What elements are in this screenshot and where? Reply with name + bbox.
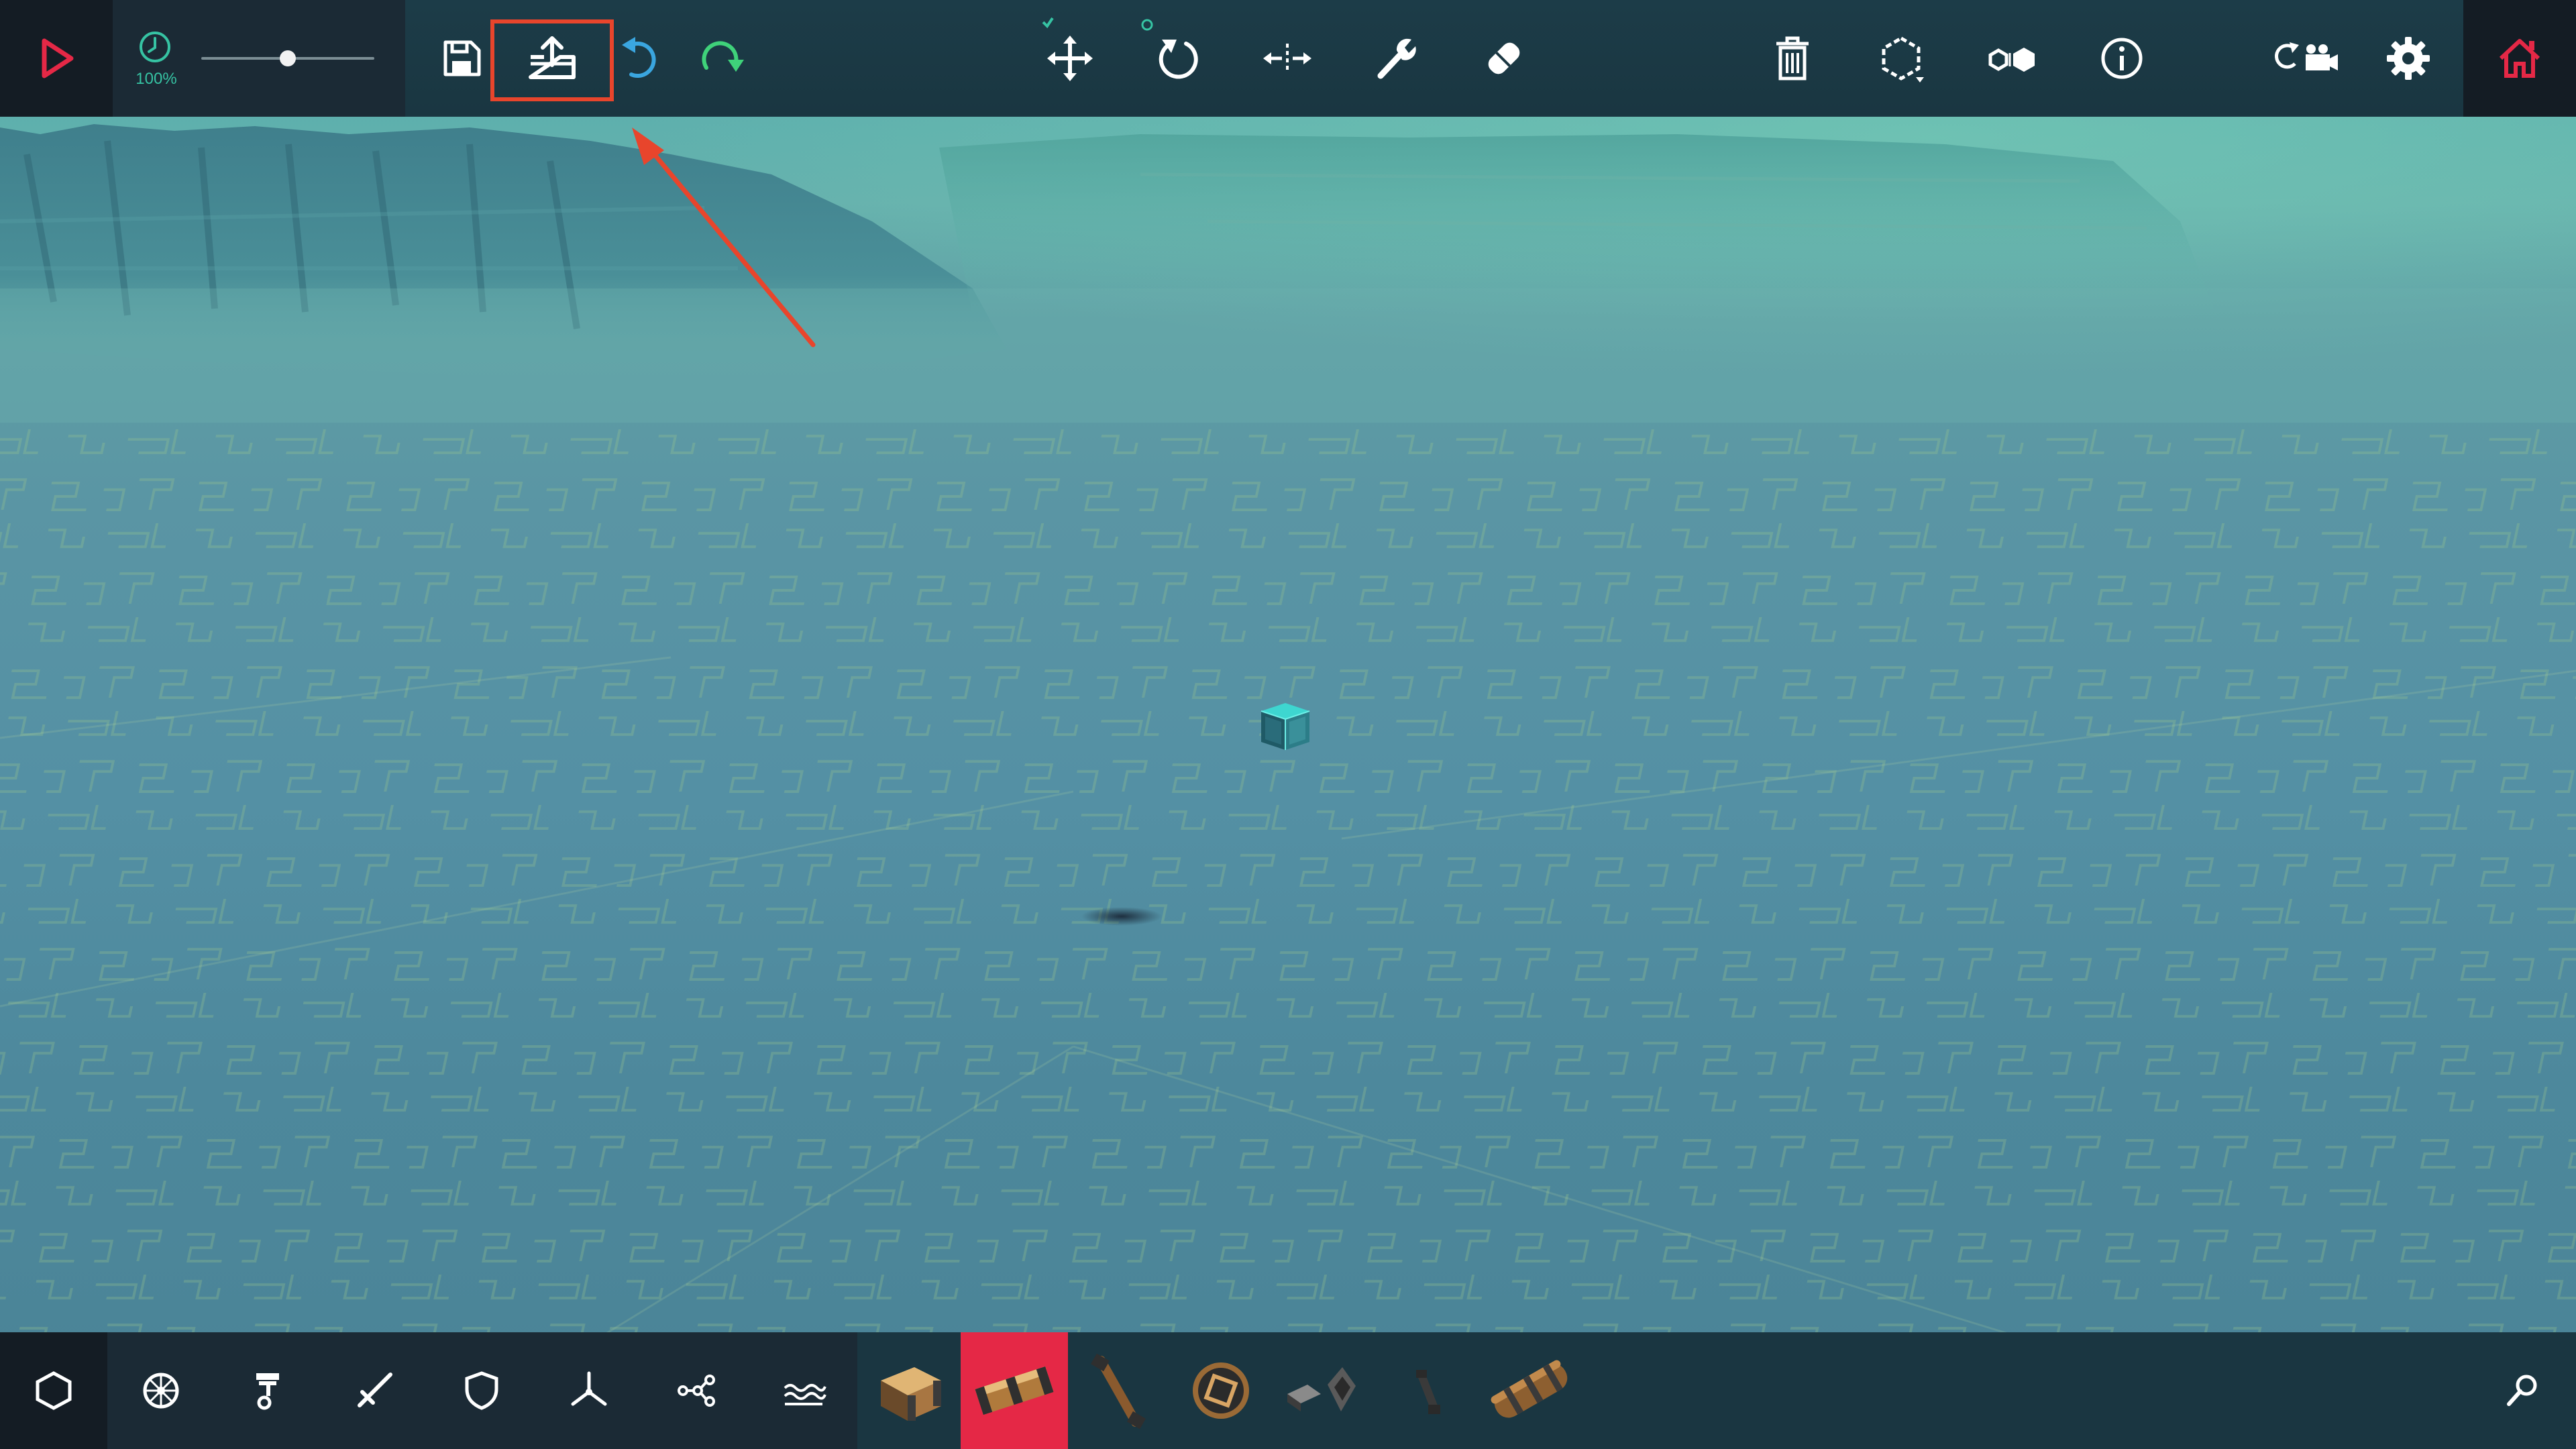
clock-icon xyxy=(140,32,170,62)
speed-slider[interactable] xyxy=(201,50,374,66)
search-button[interactable] xyxy=(2475,1344,2569,1438)
part-round-block[interactable] xyxy=(1167,1332,1275,1449)
category-weapons[interactable] xyxy=(327,1344,421,1438)
undo-icon xyxy=(622,37,656,78)
category-blocks[interactable] xyxy=(7,1344,101,1438)
move-arrows-icon xyxy=(1042,17,1093,81)
search-icon xyxy=(2507,1375,2537,1406)
translate-button[interactable] xyxy=(1030,17,1110,99)
paint-button[interactable] xyxy=(1464,18,1544,99)
piston-icon xyxy=(256,1373,279,1410)
starting-block-cube[interactable] xyxy=(1256,698,1313,755)
logic-nodes-icon xyxy=(678,1375,715,1407)
water-waves-icon xyxy=(784,1384,826,1405)
pole-icon xyxy=(1090,1353,1146,1430)
save-icon xyxy=(443,40,481,76)
hexagon-pair-icon xyxy=(1988,48,2035,72)
bottom-part-bar xyxy=(0,1332,2576,1449)
info-button[interactable] xyxy=(2082,18,2162,99)
shield-icon xyxy=(465,1371,498,1410)
category-armour[interactable] xyxy=(435,1344,529,1438)
category-wheels[interactable] xyxy=(114,1344,208,1438)
redo-button[interactable] xyxy=(682,18,763,99)
category-mechanical[interactable] xyxy=(220,1344,314,1438)
home-icon xyxy=(2499,39,2540,78)
wrench-icon xyxy=(1377,38,1416,79)
redo-icon xyxy=(702,41,744,72)
mirror-button[interactable] xyxy=(1247,18,1328,99)
top-toolbar: 100% xyxy=(0,0,2576,117)
part-wooden-block[interactable] xyxy=(857,1332,965,1449)
category-flight[interactable] xyxy=(542,1344,636,1438)
select-mode-button[interactable] xyxy=(1861,18,1941,99)
wooden-block-icon xyxy=(881,1367,941,1421)
propeller-icon xyxy=(571,1371,607,1406)
save-button[interactable] xyxy=(421,18,502,99)
tune-button[interactable] xyxy=(1355,18,1436,99)
hexagon-icon xyxy=(36,1371,72,1410)
home-button[interactable] xyxy=(2479,18,2560,99)
category-water[interactable] xyxy=(757,1344,851,1438)
category-automation[interactable] xyxy=(649,1344,743,1438)
play-button[interactable] xyxy=(15,18,95,99)
eraser-icon xyxy=(1488,42,1520,74)
play-icon xyxy=(42,38,74,78)
part-large-block[interactable] xyxy=(961,1332,1068,1449)
sword-icon xyxy=(358,1373,392,1407)
small-pole-icon xyxy=(1416,1370,1440,1414)
camera-reset-icon xyxy=(2275,42,2338,70)
share-button-highlight xyxy=(490,19,614,101)
wheel-icon xyxy=(143,1373,179,1409)
part-brace[interactable] xyxy=(1271,1332,1378,1449)
rotate-icon xyxy=(1141,19,1198,79)
log-icon xyxy=(1491,1360,1568,1418)
annotation-arrow xyxy=(632,127,816,347)
part-pole[interactable] xyxy=(1064,1332,1171,1449)
undo-button[interactable] xyxy=(600,18,681,99)
rotate-button[interactable] xyxy=(1139,18,1220,99)
round-block-icon xyxy=(1193,1362,1249,1419)
gear-icon xyxy=(2387,37,2430,80)
part-log[interactable] xyxy=(1477,1332,1585,1449)
mirror-icon xyxy=(1263,44,1311,73)
info-icon xyxy=(2101,38,2143,79)
camera-reset-button[interactable] xyxy=(2257,18,2358,99)
trash-icon xyxy=(1776,36,1809,80)
speed-slider-handle[interactable] xyxy=(280,50,296,66)
brace-icon xyxy=(1287,1367,1356,1411)
speed-label: 100% xyxy=(136,70,177,88)
hexagon-outline-icon xyxy=(1882,36,1924,83)
symmetry-button[interactable] xyxy=(1972,18,2052,99)
part-small-pole[interactable] xyxy=(1374,1332,1481,1449)
delete-button[interactable] xyxy=(1752,18,1833,99)
level-viewport[interactable] xyxy=(0,0,2576,1449)
large-block-icon xyxy=(975,1366,1054,1415)
settings-button[interactable] xyxy=(2368,18,2449,99)
